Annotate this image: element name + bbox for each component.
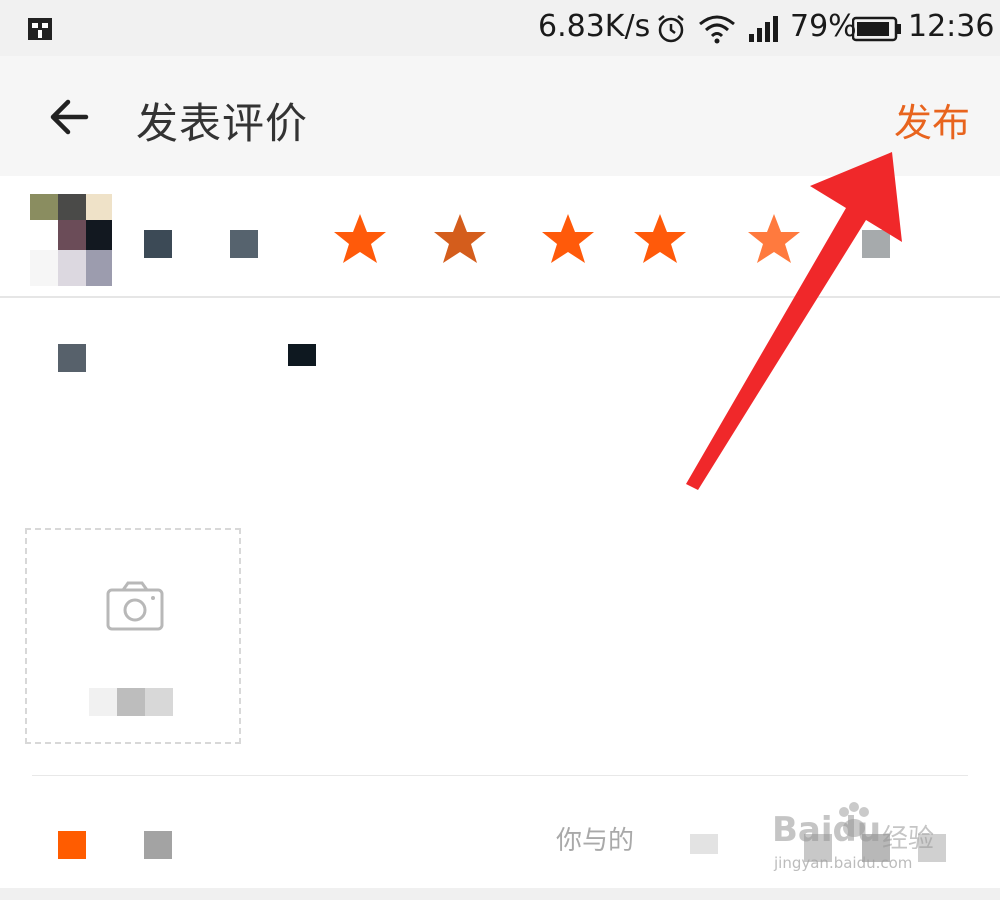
divider — [32, 775, 968, 776]
page-title: 发表评价 — [136, 99, 309, 148]
alarm-icon — [658, 15, 684, 43]
product-thumbnail — [30, 194, 112, 286]
star-icon-1[interactable] — [330, 210, 390, 270]
publish-button[interactable]: 发布 — [894, 92, 970, 147]
camera-icon — [106, 581, 164, 631]
watermark-sub: 经验 — [882, 824, 935, 854]
divider — [0, 296, 1000, 298]
comment-input[interactable] — [30, 312, 974, 496]
battery-percent: 79% — [790, 9, 857, 44]
wifi-icon — [699, 15, 735, 44]
star-icon-2[interactable] — [430, 210, 490, 270]
battery-icon — [852, 16, 901, 42]
bottom-strip — [0, 888, 1000, 900]
product-rating-row — [0, 176, 1000, 296]
app-icon — [28, 18, 52, 40]
back-arrow-icon[interactable] — [44, 92, 94, 142]
signal-icon — [749, 16, 778, 42]
add-photo-button[interactable] — [25, 528, 241, 744]
star-icon-5[interactable] — [744, 210, 804, 270]
baidu-jingyan-watermark: Baidu 经验 jingyan.baidu.com — [770, 800, 980, 880]
watermark-url: jingyan.baidu.com — [774, 854, 913, 872]
anonymous-checkbox[interactable] — [58, 831, 86, 859]
network-speed: 6.83K/s — [538, 9, 651, 44]
star-icon-3[interactable] — [538, 210, 598, 270]
status-bar: 6.83K/s 79% 12:36 — [0, 0, 1000, 56]
star-icon-4[interactable] — [630, 210, 690, 270]
clock: 12:36 — [908, 9, 995, 44]
anonymous-label-redacted — [144, 831, 172, 859]
watermark-logo: Baidu — [772, 810, 882, 850]
rating-stars[interactable] — [330, 210, 810, 274]
app-bar: 发表评价 发布 — [0, 56, 1000, 176]
hint-text: 你与的 — [556, 826, 635, 856]
